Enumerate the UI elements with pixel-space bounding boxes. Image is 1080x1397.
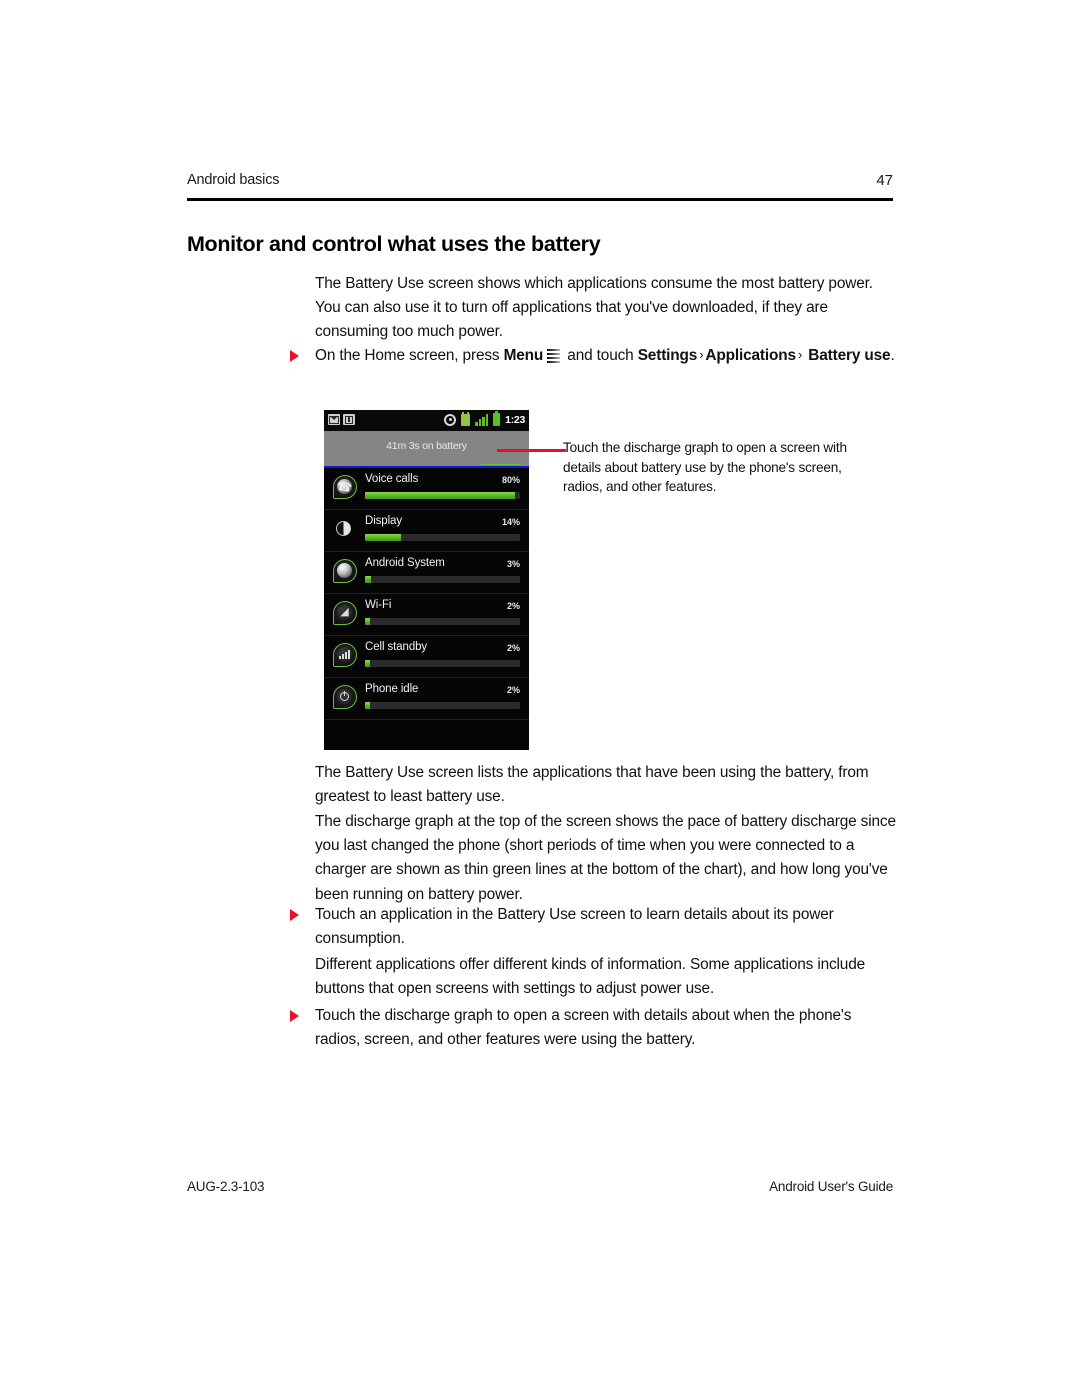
- battery-item-name: Phone idle: [365, 683, 419, 695]
- battery-list-item-android-system[interactable]: Android System 3%: [324, 552, 529, 594]
- bullet-touch-graph-text: Touch the discharge graph to open a scre…: [315, 1007, 852, 1049]
- battery-icon: [493, 411, 501, 426]
- header-divider: [187, 198, 893, 201]
- battery-item-bar: [365, 534, 520, 541]
- applications-label: Applications: [705, 347, 796, 364]
- battery-item-bar: [365, 618, 520, 625]
- battery-item-bar-fill: [365, 618, 370, 625]
- phone-call-icon: ☎: [332, 474, 358, 502]
- phone-screenshot-figure: 1:23 41m 3s on battery ☎ Voice calls 80%…: [324, 410, 529, 750]
- status-bar-clock: 1:23: [505, 413, 525, 426]
- signal-bars-icon: [475, 413, 489, 426]
- footer-guide-title: Android User's Guide: [769, 1179, 893, 1194]
- bullet-nav-period: .: [890, 347, 895, 364]
- paragraph-discharge-graph: The discharge graph at the top of the sc…: [315, 813, 896, 903]
- battery-item-name: Cell standby: [365, 641, 428, 653]
- bullet-nav-lead: On the Home screen, press: [315, 347, 504, 364]
- battery-item-bar: [365, 660, 520, 667]
- battery-item-name: Voice calls: [365, 473, 419, 485]
- bullet-triangle-icon: [290, 909, 299, 921]
- battery-item-bar: [365, 492, 520, 499]
- battery-item-percent: 14%: [501, 517, 520, 527]
- document-page: Android basics 47 Monitor and control wh…: [0, 0, 1080, 1397]
- header-page-number: 47: [876, 172, 893, 189]
- info-icon: [343, 414, 355, 425]
- battery-item-bar-fill: [365, 492, 516, 499]
- chevron-right-icon-2: ›: [797, 347, 803, 362]
- battery-usage-list: ☎ Voice calls 80% Display 14% Android Sy…: [324, 468, 529, 750]
- footer-document-code: AUG-2.3-103: [187, 1179, 265, 1194]
- callout-text: Touch the discharge graph to open a scre…: [563, 440, 847, 494]
- battery-item-bar-fill: [365, 576, 372, 583]
- battery-item-percent: 80%: [501, 475, 520, 485]
- header-section-title: Android basics: [187, 172, 280, 188]
- callout-leader-line: [497, 449, 566, 452]
- power-icon: [332, 684, 358, 712]
- bullet-touch-graph: Touch the discharge graph to open a scre…: [288, 1004, 895, 1052]
- battery-item-name: Display: [365, 515, 403, 527]
- bullet-triangle-icon: [290, 1010, 299, 1022]
- battery-item-percent: 2%: [506, 601, 520, 611]
- usb-icon: [461, 411, 471, 426]
- battery-item-bar-fill: [365, 702, 370, 709]
- settings-label: Settings: [637, 347, 698, 364]
- cell-signal-icon: [332, 642, 358, 670]
- hamburger-menu-icon: [547, 349, 561, 363]
- status-bar-left-icons: [328, 414, 355, 425]
- bullet-nav-mid: and touch: [563, 347, 638, 364]
- battery-item-bar-fill: [365, 534, 401, 541]
- bullet-touch-app-text: Touch an application in the Battery Use …: [315, 906, 834, 948]
- battery-list-item-voice-calls[interactable]: ☎ Voice calls 80%: [324, 468, 529, 510]
- gps-icon: [444, 413, 457, 426]
- battery-item-bar: [365, 576, 520, 583]
- battery-item-bar-fill: [365, 660, 370, 667]
- paragraph-different-apps: Different applications offer different k…: [315, 956, 866, 998]
- bullet-touch-application: Touch an application in the Battery Use …: [288, 903, 895, 951]
- battery-use-label: Battery use: [808, 347, 891, 364]
- battery-list-item-cell-standby[interactable]: Cell standby 2%: [324, 636, 529, 678]
- battery-list-item-phone-idle[interactable]: Phone idle 2%: [324, 678, 529, 720]
- battery-list-empty-tail: [324, 720, 529, 750]
- battery-item-name: Android System: [365, 557, 445, 569]
- android-status-bar: 1:23: [324, 410, 529, 432]
- mail-icon: [328, 414, 340, 425]
- bullet-triangle-icon: [290, 350, 299, 362]
- intro-paragraph: The Battery Use screen shows which appli…: [315, 275, 873, 341]
- battery-item-percent: 2%: [506, 643, 520, 653]
- wifi-icon: ◢: [332, 600, 358, 628]
- status-bar-right-icons: 1:23: [444, 411, 525, 426]
- page-title: Monitor and control what uses the batter…: [187, 232, 601, 256]
- battery-item-bar: [365, 702, 520, 709]
- battery-item-name: Wi-Fi: [365, 599, 392, 611]
- battery-item-percent: 3%: [506, 559, 520, 569]
- paragraph-lists-apps: The Battery Use screen lists the applica…: [315, 764, 869, 806]
- menu-label: Menu: [503, 347, 544, 364]
- charger-green-line: [481, 463, 521, 465]
- brightness-icon: [332, 516, 358, 544]
- bullet-navigation-path: On the Home screen, press Menu and touch…: [288, 344, 895, 368]
- battery-item-percent: 2%: [506, 685, 520, 695]
- chevron-right-icon-1: ›: [699, 347, 704, 362]
- android-system-icon: [332, 558, 358, 586]
- battery-list-item-display[interactable]: Display 14%: [324, 510, 529, 552]
- battery-list-item-wifi[interactable]: ◢ Wi-Fi 2%: [324, 594, 529, 636]
